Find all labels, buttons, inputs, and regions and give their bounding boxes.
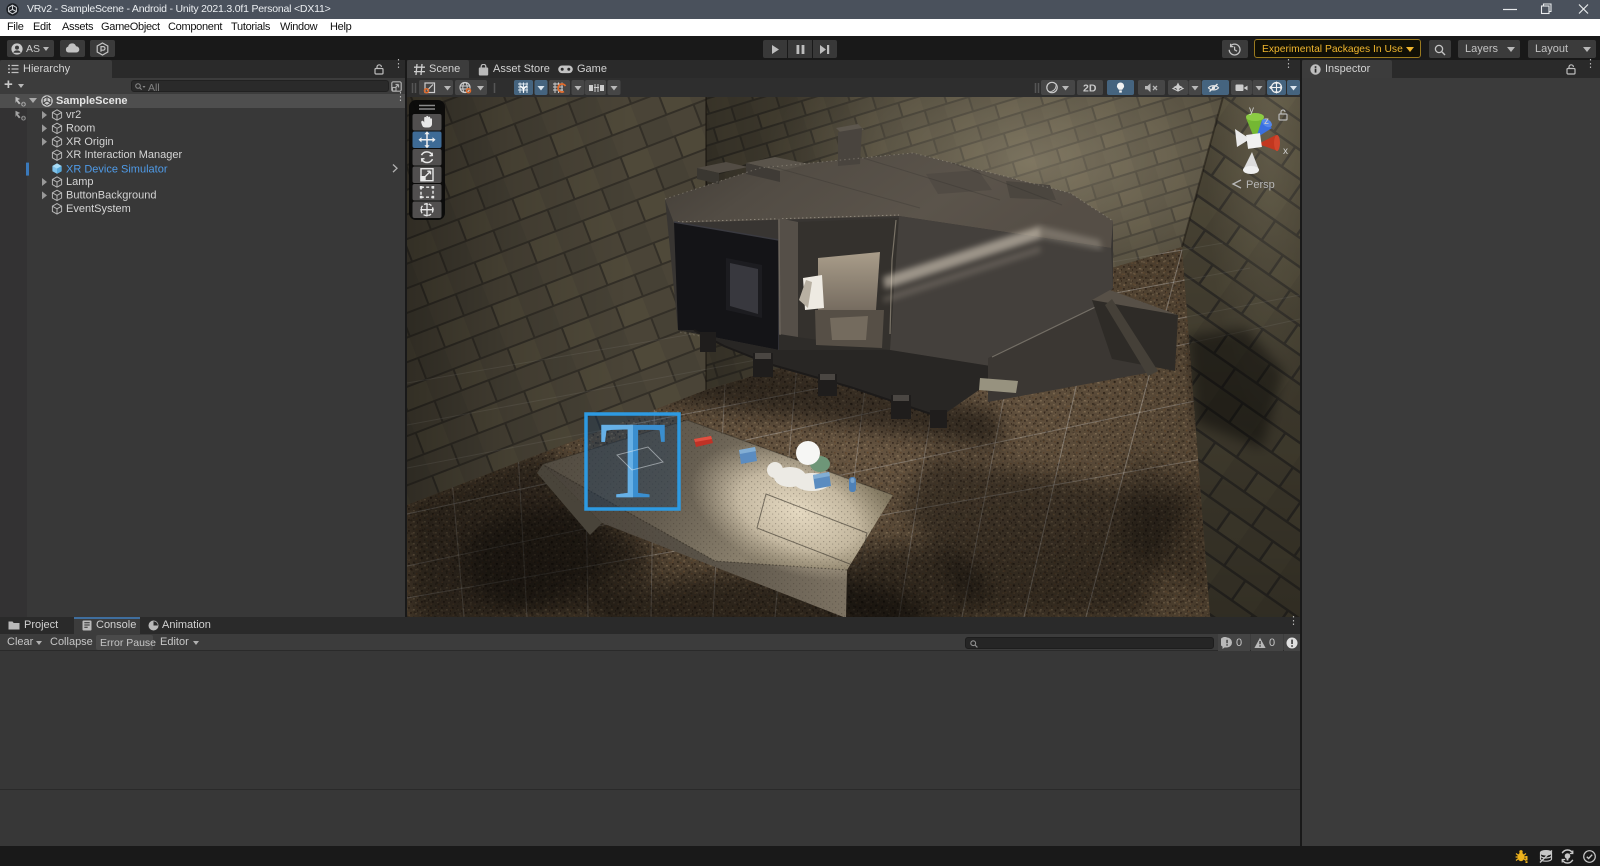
svg-text:XR Device Simulator: XR Device Simulator	[66, 164, 168, 176]
svg-text:y: y	[1249, 105, 1254, 116]
svg-text:Persp: Persp	[1246, 179, 1275, 191]
svg-text:z: z	[1264, 116, 1269, 127]
svg-text:XR Origin: XR Origin	[66, 136, 114, 148]
svg-text:Room: Room	[66, 122, 95, 134]
svg-text:2D: 2D	[1083, 83, 1097, 95]
svg-text:XR Interaction Manager: XR Interaction Manager	[66, 149, 183, 161]
svg-text:ButtonBackground: ButtonBackground	[66, 189, 157, 201]
svg-text:Lamp: Lamp	[66, 176, 94, 188]
svg-text:EventSystem: EventSystem	[66, 203, 131, 215]
svg-text:x: x	[1283, 146, 1288, 157]
svg-text:vr2: vr2	[66, 109, 81, 121]
